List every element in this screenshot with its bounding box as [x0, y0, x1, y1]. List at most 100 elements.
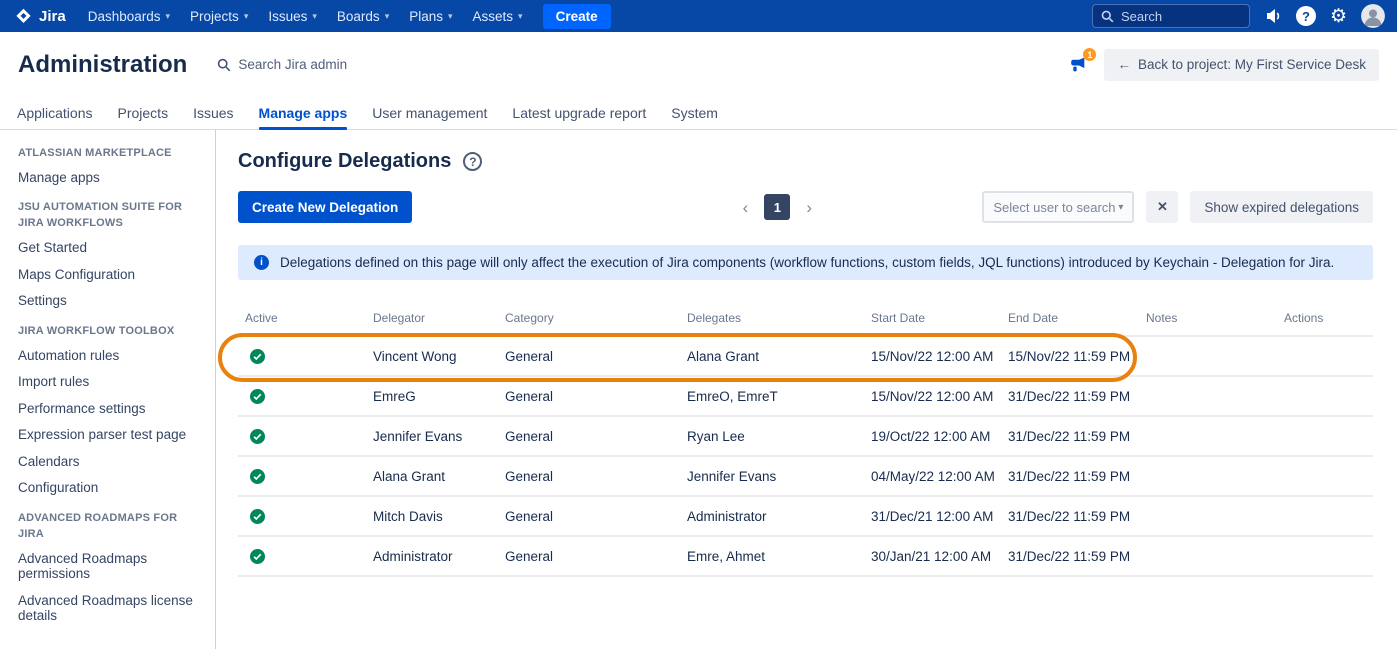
tab-manage-apps[interactable]: Manage apps [259, 97, 348, 129]
notification-icon[interactable]: 1 [1067, 54, 1088, 75]
create-new-delegation-button[interactable]: Create New Delegation [238, 191, 412, 223]
cell-actions [1277, 496, 1373, 536]
help-icon[interactable]: ? [463, 152, 482, 171]
top-navbar: Jira Dashboards▾ Projects▾ Issues▾ Board… [0, 0, 1397, 32]
nav-menu-plans[interactable]: Plans▾ [399, 0, 462, 32]
cell-delegates: Ryan Lee [680, 416, 864, 456]
sidebar-item-manage-apps[interactable]: Manage apps [18, 170, 201, 186]
col-header-category: Category [498, 306, 680, 336]
cell-category: General [498, 336, 680, 376]
cell-start-date: 30/Jan/21 12:00 AM [864, 536, 1001, 576]
clear-filter-button[interactable]: ✕ [1146, 191, 1178, 223]
nav-menu-issues[interactable]: Issues▾ [258, 0, 327, 32]
table-row: Mitch Davis General Administrator 31/Dec… [238, 496, 1373, 536]
admin-search-input[interactable] [238, 57, 408, 72]
tab-system[interactable]: System [671, 97, 718, 129]
help-icon[interactable]: ? [1296, 6, 1316, 26]
tab-latest-upgrade-report[interactable]: Latest upgrade report [512, 97, 646, 129]
active-check-icon [250, 389, 265, 404]
admin-header-right: 1 ← Back to project: My First Service De… [1067, 49, 1379, 81]
search-icon [217, 58, 231, 72]
cell-start-date: 19/Oct/22 12:00 AM [864, 416, 1001, 456]
nav-menu-boards[interactable]: Boards▾ [327, 0, 399, 32]
nav-menu-projects[interactable]: Projects▾ [180, 0, 258, 32]
col-header-end-date: End Date [1001, 306, 1139, 336]
table-row: Jennifer Evans General Ryan Lee 19/Oct/2… [238, 416, 1373, 456]
cell-start-date: 15/Nov/22 12:00 AM [864, 336, 1001, 376]
avatar[interactable] [1361, 4, 1385, 28]
col-header-start-date: Start Date [864, 306, 1001, 336]
chevron-down-icon: ▾ [312, 11, 317, 22]
page-title: Administration [18, 51, 187, 79]
back-button-label: Back to project: My First Service Desk [1138, 57, 1366, 72]
navbar-search-input[interactable] [1121, 9, 1241, 24]
pagination-prev-button[interactable]: ‹ [743, 199, 749, 216]
delegations-table-wrap: Active Delegator Category Delegates Star… [238, 306, 1373, 577]
jira-logo[interactable]: Jira [8, 7, 78, 26]
cell-end-date: 31/Dec/22 11:59 PM [1001, 536, 1139, 576]
notification-badge: 1 [1083, 48, 1096, 61]
navbar-right: ? ⚙ [1092, 4, 1385, 28]
active-check-icon [250, 509, 265, 524]
tab-projects[interactable]: Projects [118, 97, 169, 129]
cell-end-date: 31/Dec/22 11:59 PM [1001, 416, 1139, 456]
table-row: Alana Grant General Jennifer Evans 04/Ma… [238, 456, 1373, 496]
tab-applications[interactable]: Applications [17, 97, 93, 129]
col-header-active: Active [238, 306, 366, 336]
sidebar-item-calendars[interactable]: Calendars [18, 454, 201, 470]
chevron-down-icon: ▾ [448, 11, 453, 22]
announcement-icon[interactable] [1264, 7, 1282, 25]
sidebar-item-import-rules[interactable]: Import rules [18, 374, 201, 390]
pagination: ‹ 1 › [492, 194, 1062, 220]
content-area: ATLASSIAN MARKETPLACE Manage apps JSU AU… [0, 130, 1397, 649]
sidebar-item-performance-settings[interactable]: Performance settings [18, 401, 201, 417]
cell-notes [1139, 376, 1277, 416]
show-expired-delegations-button[interactable]: Show expired delegations [1190, 191, 1373, 223]
sidebar-item-roadmaps-license[interactable]: Advanced Roadmaps license details [18, 593, 201, 624]
chevron-down-icon: ▾ [166, 11, 171, 22]
search-icon [1101, 10, 1114, 23]
nav-menu-assets[interactable]: Assets▾ [463, 0, 533, 32]
cell-actions [1277, 416, 1373, 456]
cell-delegator: Alana Grant [366, 456, 498, 496]
sidebar-item-get-started[interactable]: Get Started [18, 240, 201, 256]
tab-user-management[interactable]: User management [372, 97, 487, 129]
pagination-next-button[interactable]: › [806, 199, 812, 216]
pagination-current-page[interactable]: 1 [764, 194, 790, 220]
cell-category: General [498, 416, 680, 456]
sidebar-section-jsu: JSU AUTOMATION SUITE FOR JIRA WORKFLOWS … [18, 200, 201, 308]
table-row: EmreG General EmreO, EmreT 15/Nov/22 12:… [238, 376, 1373, 416]
sidebar-section-advanced-roadmaps: ADVANCED ROADMAPS FOR JIRA Advanced Road… [18, 511, 201, 624]
col-header-actions: Actions [1277, 306, 1373, 336]
sidebar: ATLASSIAN MARKETPLACE Manage apps JSU AU… [0, 130, 216, 649]
cell-actions [1277, 456, 1373, 496]
chevron-down-icon: ▾ [385, 11, 390, 22]
create-button[interactable]: Create [543, 4, 611, 29]
table-row: Vincent Wong General Alana Grant 15/Nov/… [238, 336, 1373, 376]
cell-delegator: Vincent Wong [366, 336, 498, 376]
sidebar-item-automation-rules[interactable]: Automation rules [18, 348, 201, 364]
active-check-icon [250, 429, 265, 444]
sidebar-item-settings[interactable]: Settings [18, 293, 201, 309]
cell-actions [1277, 376, 1373, 416]
sidebar-section-workflow-toolbox: JIRA WORKFLOW TOOLBOX Automation rules I… [18, 324, 201, 496]
admin-tabs: Applications Projects Issues Manage apps… [0, 97, 1397, 130]
sidebar-item-configuration[interactable]: Configuration [18, 480, 201, 496]
chevron-down-icon: ▾ [244, 11, 249, 22]
tab-issues[interactable]: Issues [193, 97, 233, 129]
sidebar-section-header: ADVANCED ROADMAPS FOR JIRA [18, 511, 201, 543]
admin-search[interactable] [217, 57, 408, 72]
cell-category: General [498, 376, 680, 416]
cell-category: General [498, 496, 680, 536]
cell-delegator: Mitch Davis [366, 496, 498, 536]
cell-notes [1139, 496, 1277, 536]
back-to-project-button[interactable]: ← Back to project: My First Service Desk [1104, 49, 1379, 81]
active-check-icon [250, 469, 265, 484]
navbar-search[interactable] [1092, 4, 1250, 28]
gear-icon[interactable]: ⚙ [1330, 7, 1347, 26]
sidebar-item-roadmaps-permissions[interactable]: Advanced Roadmaps permissions [18, 551, 201, 582]
sidebar-item-maps-configuration[interactable]: Maps Configuration [18, 267, 201, 283]
nav-menu-dashboards[interactable]: Dashboards▾ [78, 0, 180, 32]
sidebar-item-expression-parser[interactable]: Expression parser test page [18, 427, 201, 443]
cell-start-date: 15/Nov/22 12:00 AM [864, 376, 1001, 416]
